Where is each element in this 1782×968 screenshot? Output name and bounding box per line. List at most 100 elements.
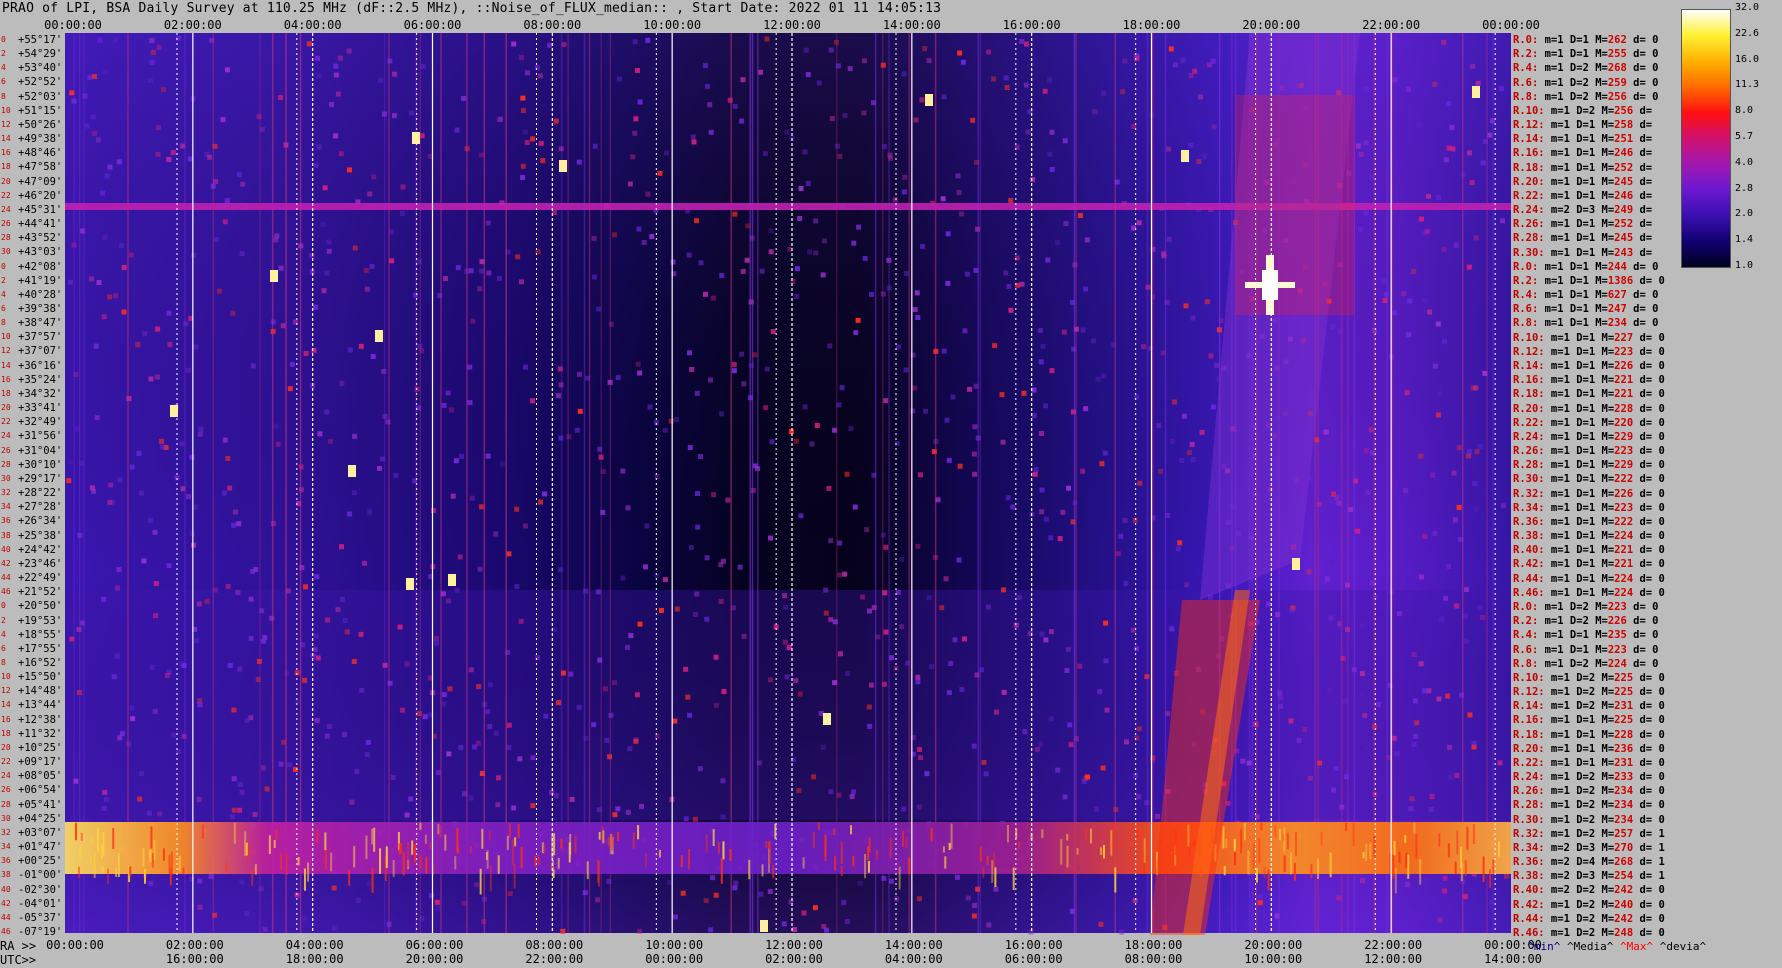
noise-speckle	[1430, 472, 1436, 478]
noise-speckle	[475, 740, 481, 746]
noise-speckle	[894, 896, 900, 902]
receiver-min: 1	[1563, 487, 1570, 500]
noise-speckle	[592, 143, 598, 149]
band-streak	[1223, 865, 1226, 876]
band-streak	[469, 845, 472, 854]
noise-speckle	[467, 400, 473, 406]
band-streak	[817, 822, 820, 830]
receiver-min: 1	[1563, 175, 1570, 188]
noise-speckle	[485, 220, 491, 226]
receiver-dev: 0	[1658, 572, 1665, 585]
noise-speckle	[591, 235, 597, 241]
noise-speckle	[1093, 806, 1099, 812]
noise-speckle	[1336, 500, 1342, 506]
noise-speckle	[986, 49, 992, 55]
band-streak	[1438, 833, 1441, 847]
receiver-name: R.32:	[1513, 827, 1545, 840]
noise-speckle	[189, 454, 195, 460]
noise-speckle	[217, 288, 223, 294]
receiver-dev: 0	[1658, 912, 1665, 925]
noise-speckle	[302, 915, 308, 921]
noise-speckle	[431, 507, 437, 513]
noise-speckle	[615, 375, 621, 381]
noise-speckle	[1447, 744, 1453, 750]
noise-speckle	[1022, 729, 1028, 735]
utc-tick-label: 06:00:00	[1004, 952, 1063, 966]
receiver-row: R.26: m=1 D=1 M=252 d=	[1513, 218, 1659, 231]
noise-speckle	[441, 402, 447, 408]
receiver-row: R.10: m=1 D=2 M=225 d= 0	[1513, 671, 1665, 684]
declination-label: -05°37'	[18, 911, 63, 924]
receiver-row: R.2: m=1 D=1 M=1386 d= 0	[1513, 274, 1665, 287]
declination-label: +31°56'	[18, 430, 63, 443]
band-streak	[597, 861, 600, 887]
noise-speckle	[1043, 516, 1049, 522]
noise-speckle	[108, 482, 114, 488]
noise-speckle	[1463, 587, 1469, 593]
noise-speckle	[607, 754, 613, 760]
noise-speckle	[1422, 298, 1428, 304]
band-streak	[1456, 830, 1459, 855]
receiver-dev: 0	[1658, 530, 1665, 543]
noise-speckle	[102, 789, 108, 795]
noise-speckle	[237, 172, 243, 178]
noise-speckle	[1327, 687, 1333, 693]
receiver-name: R.30:	[1513, 473, 1545, 486]
noise-speckle	[739, 118, 745, 124]
receiver-name: R.34:	[1513, 501, 1545, 514]
receiver-row: R.22: m=1 D=1 M=246 d=	[1513, 189, 1659, 202]
noise-speckle	[129, 464, 135, 470]
noise-speckle	[1466, 448, 1472, 454]
noise-speckle	[1341, 698, 1347, 704]
receiver-row: R.18: m=1 D=1 M=228 d= 0	[1513, 728, 1665, 741]
receiver-name: R.22:	[1513, 416, 1545, 429]
utc-tick-label: 08:00:00	[1124, 952, 1183, 966]
band-streak	[993, 852, 996, 868]
band-streak	[1012, 867, 1015, 891]
noise-speckle	[434, 640, 440, 646]
top-tick-label: 00:00:00	[44, 18, 102, 32]
noise-speckle	[731, 368, 737, 374]
receiver-max: 242	[1614, 912, 1634, 925]
noise-speckle	[237, 666, 243, 672]
noise-speckle	[530, 755, 536, 761]
noise-speckle	[506, 551, 512, 557]
band-streak	[307, 862, 310, 882]
band-streak	[150, 826, 153, 849]
noise-speckle	[485, 709, 491, 715]
receiver-min: 1	[1563, 218, 1570, 231]
vertical-streak	[588, 33, 591, 933]
noise-speckle	[727, 97, 733, 103]
receiver-name: R.20:	[1513, 402, 1545, 415]
noise-speckle	[704, 616, 710, 622]
receiver-name: R.30:	[1513, 813, 1545, 826]
noise-speckle	[408, 796, 414, 802]
noise-speckle	[1411, 652, 1417, 658]
noise-speckle	[945, 280, 951, 286]
band-streak	[162, 848, 165, 861]
noise-speckle	[1183, 303, 1189, 309]
receiver-name: R.12:	[1513, 119, 1545, 132]
noise-speckle	[1045, 257, 1051, 263]
noise-speckle	[1180, 57, 1186, 63]
noise-speckle	[280, 323, 286, 329]
noise-speckle	[441, 692, 447, 698]
band-streak	[658, 849, 661, 858]
noise-speckle	[711, 492, 717, 498]
noise-speckle	[1401, 578, 1407, 584]
receiver-min: 1	[1563, 147, 1570, 160]
vertical-streak	[1075, 33, 1077, 933]
noise-speckle	[183, 321, 189, 327]
ra-tick-label: 14:00:00	[884, 938, 943, 952]
noise-speckle	[126, 396, 132, 402]
noise-speckle	[1436, 195, 1442, 201]
vertical-streak	[127, 33, 129, 933]
noise-speckle	[312, 304, 318, 310]
noise-speckle	[341, 732, 347, 738]
noise-speckle	[1166, 236, 1172, 242]
colorbar-tick-label: 5.7	[1735, 131, 1754, 142]
noise-speckle	[1379, 786, 1385, 792]
noise-speckle	[1062, 138, 1068, 144]
noise-speckle	[1497, 760, 1503, 766]
noise-speckle	[185, 367, 191, 373]
